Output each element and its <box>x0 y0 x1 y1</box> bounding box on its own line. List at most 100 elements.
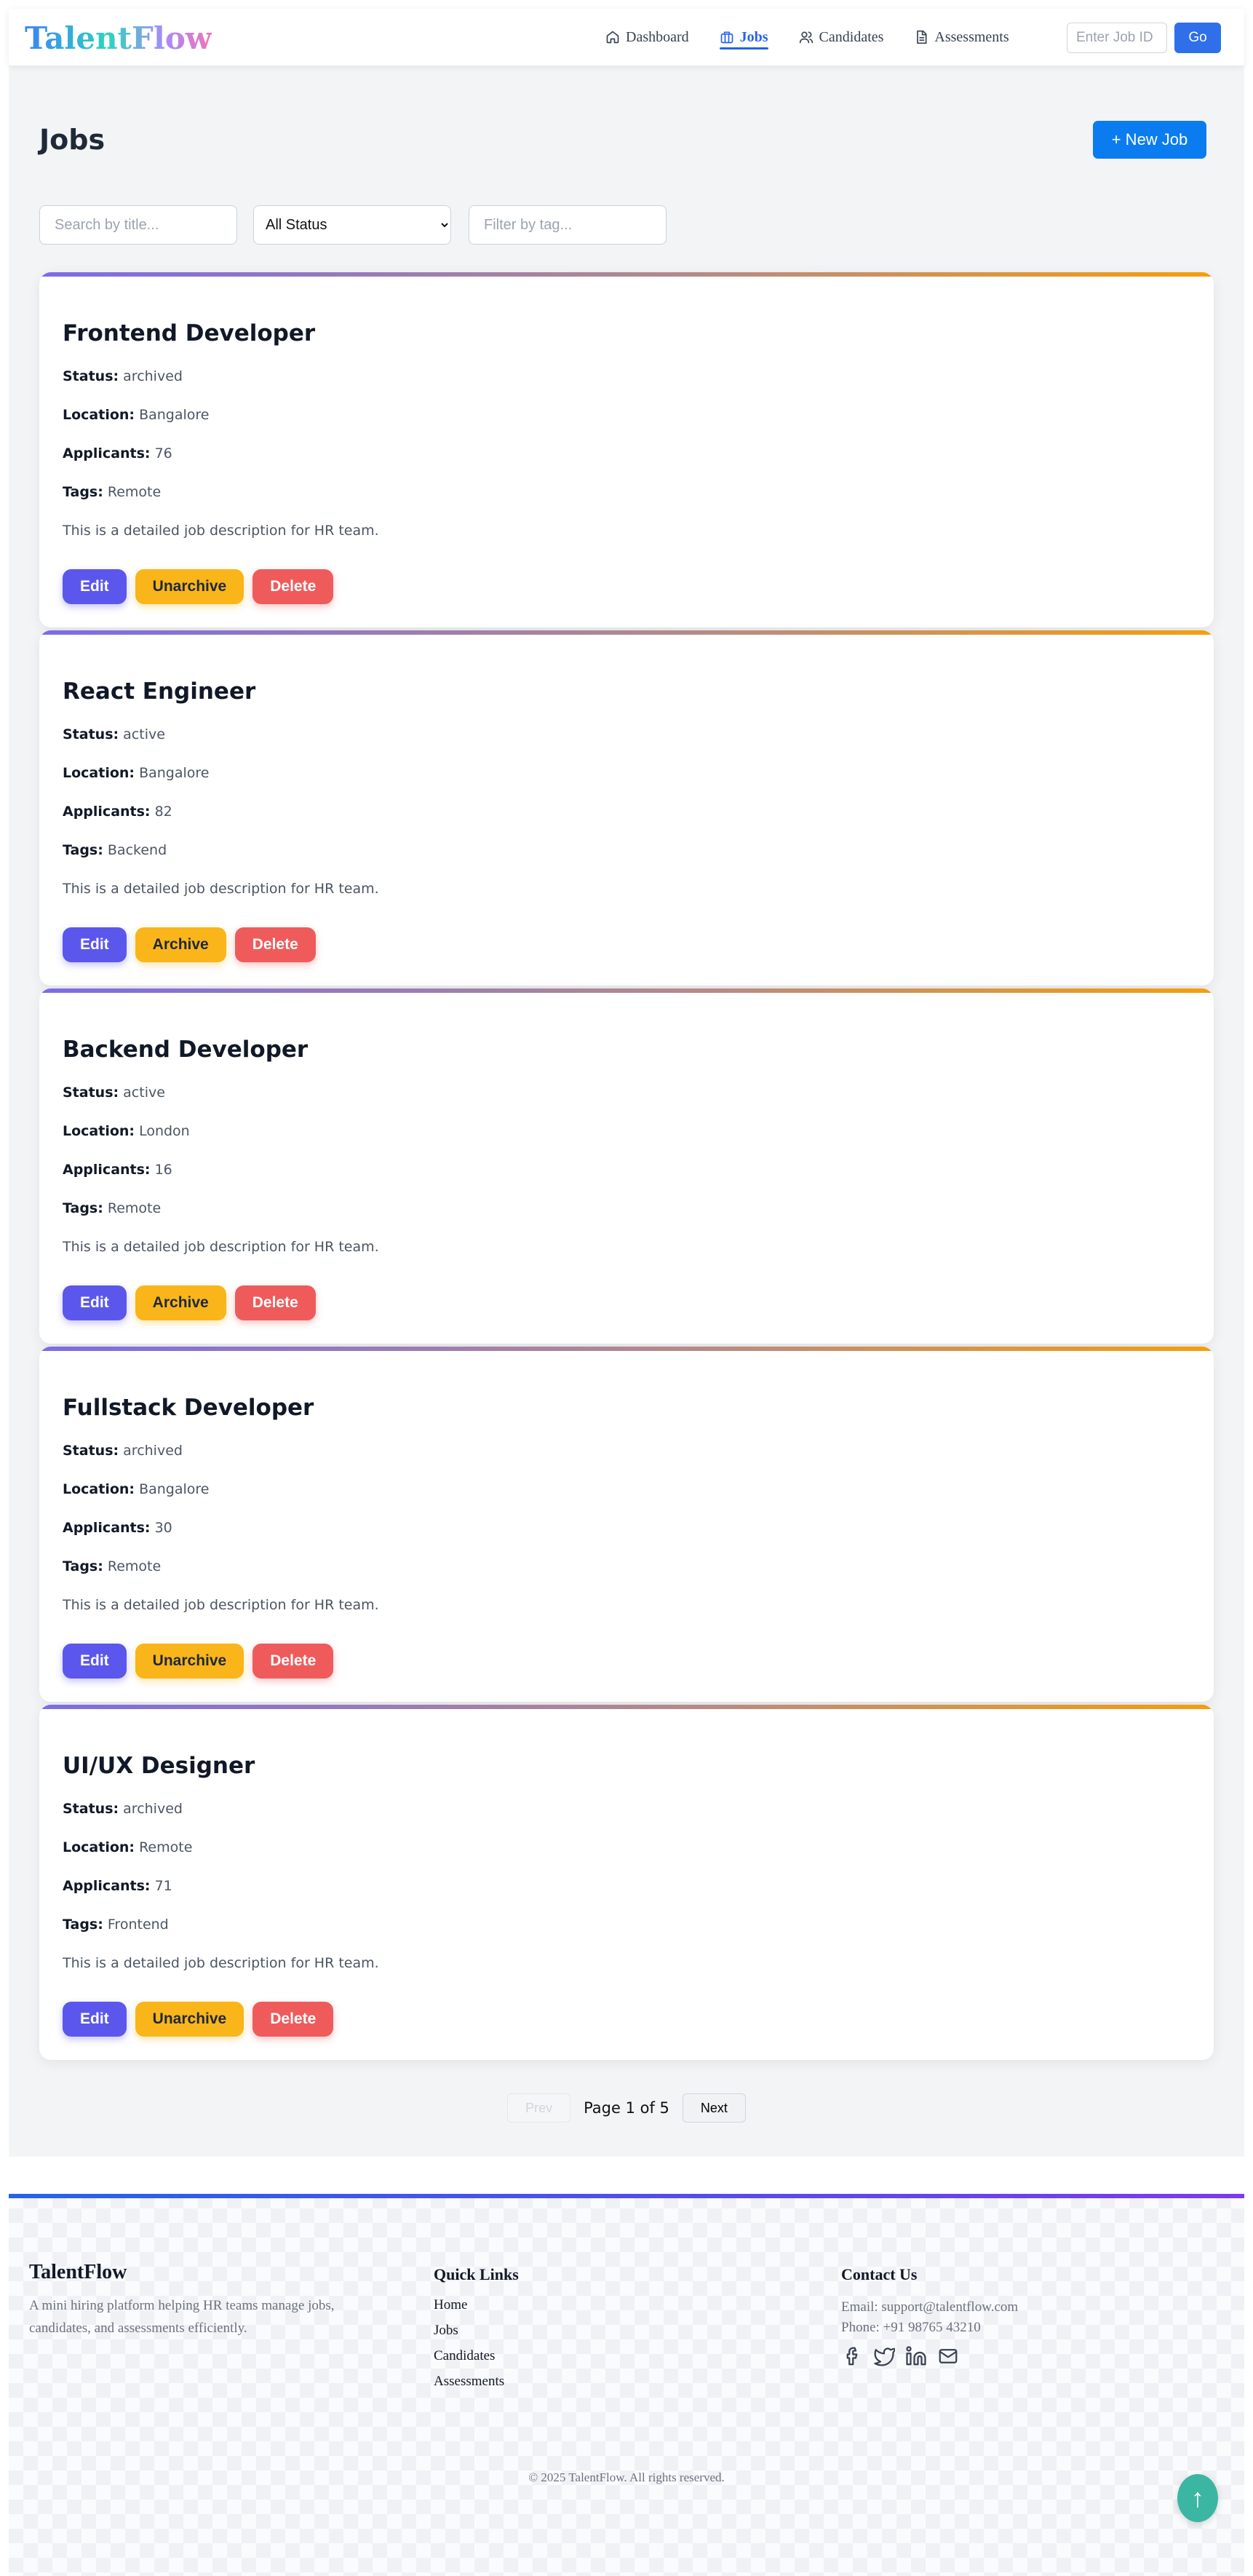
job-location: Location: London <box>63 1123 190 1139</box>
tags-label: Tags: <box>63 842 103 858</box>
archive-toggle-button[interactable]: Archive <box>135 1285 226 1320</box>
nav-dashboard-label: Dashboard <box>626 28 689 45</box>
main-content: Jobs + New Job All Status Frontend Devel… <box>9 66 1244 2157</box>
scroll-to-top-button[interactable]: ↑ <box>1177 2474 1218 2522</box>
status-value: active <box>123 1085 165 1101</box>
job-status: Status: archived <box>63 1801 183 1817</box>
footer-link-home[interactable]: Home <box>434 2297 519 2313</box>
job-tags: Tags: Remote <box>63 1200 161 1216</box>
footer: TalentFlow A mini hiring platform helpin… <box>9 2194 1244 2576</box>
footer-link-jobs[interactable]: Jobs <box>434 2323 519 2339</box>
delete-button[interactable]: Delete <box>234 1285 316 1320</box>
applicants-label: Applicants: <box>63 445 151 461</box>
brand-logo[interactable]: TalentFlow <box>25 20 212 56</box>
job-applicants: Applicants: 30 <box>63 1520 172 1536</box>
footer-link-assessments[interactable]: Assessments <box>434 2374 519 2390</box>
tags-value: Remote <box>107 484 162 500</box>
location-value: Remote <box>139 1839 193 1855</box>
job-card: Fullstack Developer Status: archived Loc… <box>39 1347 1214 1702</box>
applicants-value: 82 <box>154 804 172 820</box>
nav-jobs-label: Jobs <box>739 28 768 45</box>
status-label: Status: <box>63 1801 119 1817</box>
tags-value: Remote <box>107 1200 162 1216</box>
job-tags: Tags: Frontend <box>63 1917 169 1933</box>
footer-link-candidates[interactable]: Candidates <box>434 2348 519 2364</box>
job-applicants: Applicants: 76 <box>63 445 172 461</box>
prev-page-button[interactable]: Prev <box>507 2093 571 2123</box>
top-navbar: TalentFlow Dashboard Jobs Candidates Ass… <box>9 9 1244 66</box>
location-label: Location: <box>63 1481 135 1497</box>
archive-toggle-button[interactable]: Unarchive <box>135 569 244 604</box>
status-value: archived <box>123 1801 183 1817</box>
edit-button[interactable]: Edit <box>63 1285 127 1320</box>
status-label: Status: <box>63 368 119 384</box>
mail-icon[interactable] <box>937 2345 959 2367</box>
delete-button[interactable]: Delete <box>234 927 316 962</box>
next-page-button[interactable]: Next <box>682 2093 746 2123</box>
job-status: Status: archived <box>63 1443 183 1459</box>
job-location: Location: Bangalore <box>63 765 210 781</box>
briefcase-icon <box>720 31 733 44</box>
pagination: Prev Page 1 of 5 Next <box>9 2093 1244 2123</box>
footer-brand: TalentFlow <box>29 2261 127 2283</box>
location-label: Location: <box>63 407 135 423</box>
job-card: Backend Developer Status: active Locatio… <box>39 988 1214 1344</box>
applicants-value: 71 <box>154 1878 172 1894</box>
status-value: archived <box>123 1443 183 1459</box>
job-tags: Tags: Backend <box>63 842 167 858</box>
job-status: Status: active <box>63 726 165 742</box>
archive-toggle-button[interactable]: Unarchive <box>135 2002 244 2037</box>
nav-assessments[interactable]: Assessments <box>914 9 1009 66</box>
search-input[interactable] <box>39 205 237 245</box>
archive-toggle-button[interactable]: Archive <box>135 927 226 962</box>
status-label: Status: <box>63 726 119 742</box>
job-card: Frontend Developer Status: archived Loca… <box>39 272 1214 627</box>
status-value: active <box>123 726 165 742</box>
job-location: Location: Remote <box>63 1839 192 1855</box>
nav-candidates[interactable]: Candidates <box>799 9 883 66</box>
job-applicants: Applicants: 71 <box>63 1878 172 1894</box>
job-applicants: Applicants: 82 <box>63 804 172 820</box>
job-status: Status: archived <box>63 368 183 384</box>
job-actions: Edit Unarchive Delete <box>63 1644 334 1679</box>
delete-button[interactable]: Delete <box>252 2002 334 2037</box>
go-button[interactable]: Go <box>1174 23 1221 53</box>
edit-button[interactable]: Edit <box>63 1644 127 1679</box>
job-actions: Edit Archive Delete <box>63 927 316 962</box>
users-icon <box>799 31 813 44</box>
status-label: Status: <box>63 1085 119 1101</box>
job-id-input[interactable] <box>1067 23 1167 53</box>
tags-value: Remote <box>107 1558 162 1574</box>
delete-button[interactable]: Delete <box>252 1644 334 1679</box>
twitter-icon[interactable] <box>873 2345 895 2367</box>
page-title: Jobs <box>39 124 106 156</box>
job-title: Backend Developer <box>63 1037 309 1063</box>
footer-description: A mini hiring platform helping HR teams … <box>29 2298 335 2336</box>
nav-jobs[interactable]: Jobs <box>719 9 768 66</box>
nav-dashboard[interactable]: Dashboard <box>605 9 689 66</box>
applicants-label: Applicants: <box>63 1162 151 1178</box>
delete-button[interactable]: Delete <box>252 569 334 604</box>
contact-title: Contact Us <box>841 2265 918 2283</box>
contact-email: Email: support@talentflow.com <box>841 2299 1019 2315</box>
tags-label: Tags: <box>63 484 103 500</box>
location-label: Location: <box>63 1839 135 1855</box>
job-location: Location: Bangalore <box>63 1481 210 1497</box>
edit-button[interactable]: Edit <box>63 927 127 962</box>
edit-button[interactable]: Edit <box>63 2002 127 2037</box>
facebook-icon[interactable] <box>841 2345 863 2367</box>
job-actions: Edit Archive Delete <box>63 1285 316 1320</box>
nav-assessments-label: Assessments <box>934 28 1009 45</box>
linkedin-icon[interactable] <box>905 2345 927 2367</box>
job-list: Frontend Developer Status: archived Loca… <box>39 272 1214 2063</box>
tags-value: Frontend <box>107 1917 169 1933</box>
footer-about: TalentFlow A mini hiring platform helpin… <box>29 2261 364 2339</box>
job-description: This is a detailed job description for H… <box>63 523 379 539</box>
edit-button[interactable]: Edit <box>63 569 127 604</box>
applicants-value: 76 <box>154 445 172 461</box>
archive-toggle-button[interactable]: Unarchive <box>135 1644 244 1679</box>
status-select[interactable]: All Status <box>253 205 451 245</box>
tags-value: Backend <box>107 842 167 858</box>
tag-filter-input[interactable] <box>469 205 667 245</box>
new-job-button[interactable]: + New Job <box>1093 121 1206 159</box>
